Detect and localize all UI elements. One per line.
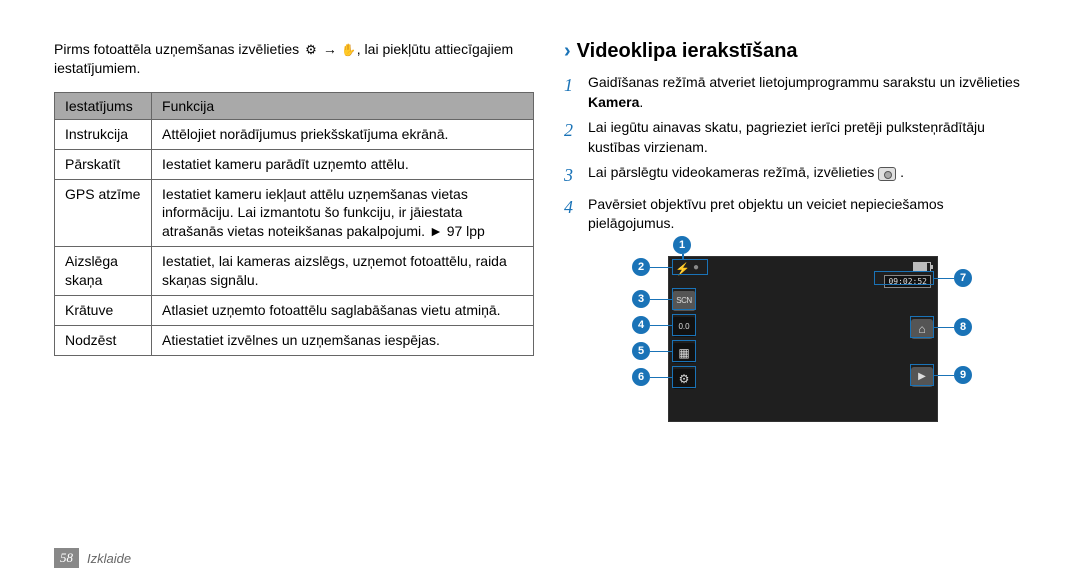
cell-function: Attēlojiet norādījumus priekšskatījuma e…: [152, 119, 534, 149]
table-row: NodzēstAtiestatiet izvēlnes un uzņemšana…: [55, 325, 534, 355]
cell-setting: Aizslēga skaņa: [55, 247, 152, 296]
callout-line: [650, 325, 672, 327]
table-row: InstrukcijaAttēlojiet norādījumus priekš…: [55, 119, 534, 149]
callout-5: 5: [632, 342, 650, 360]
flash-icon: [675, 262, 689, 276]
callout-9: 9: [954, 366, 972, 384]
callout-line: [934, 327, 954, 329]
page-number: 58: [54, 548, 79, 568]
cell-setting: Pārskatīt: [55, 149, 152, 179]
step-text: Gaidīšanas režīmā atveriet lietojumprogr…: [588, 73, 1024, 112]
callout-line: [934, 375, 954, 377]
chevron-icon: ›: [564, 40, 571, 63]
camera-icon: [878, 167, 896, 181]
th-setting: Iestatījums: [55, 92, 152, 119]
callout-6: 6: [632, 368, 650, 386]
cell-setting: Nodzēst: [55, 325, 152, 355]
settings-icon: [673, 369, 695, 389]
callout-1: 1: [673, 236, 691, 254]
callout-line: [934, 278, 954, 280]
table-row: GPS atzīmeIestatiet kameru iekļaut attēl…: [55, 179, 534, 247]
step-number: 3: [564, 163, 582, 188]
th-function: Funkcija: [152, 92, 534, 119]
settings-table: Iestatījums Funkcija InstrukcijaAttēloji…: [54, 92, 534, 356]
battery-icon: [913, 262, 931, 272]
step-text: Lai iegūtu ainavas skatu, pagrieziet ier…: [588, 118, 1024, 157]
step-3: 3 Lai pārslēgtu videokameras režīmā, izv…: [564, 163, 1024, 188]
camera-screen: 09:02:52: [668, 256, 938, 422]
mode-switch-icon: [911, 319, 933, 339]
cell-function: Iestatiet kameru parādīt uzņemto attēlu.: [152, 149, 534, 179]
cell-setting: Krātuve: [55, 296, 152, 326]
cell-setting: GPS atzīme: [55, 179, 152, 247]
table-row: PārskatītIestatiet kameru parādīt uzņemt…: [55, 149, 534, 179]
cell-function: Iestatiet kameru iekļaut attēlu uzņemšan…: [152, 179, 534, 247]
scene-mode-icon: [673, 291, 695, 311]
callout-line: [650, 351, 672, 353]
camera-diagram: 09:02:52: [594, 244, 994, 444]
timer-display: 09:02:52: [884, 275, 931, 288]
cell-function: Iestatiet, lai kameras aizslēgs, uzņemot…: [152, 247, 534, 296]
callout-7: 7: [954, 269, 972, 287]
section-name: Izklaide: [87, 551, 131, 566]
gallery-icon: [911, 367, 933, 387]
callout-line: [682, 254, 684, 259]
step-number: 1: [564, 73, 582, 112]
exposure-icon: [673, 317, 695, 337]
cell-setting: Instrukcija: [55, 119, 152, 149]
record-icon: [693, 262, 707, 276]
resolution-icon: [673, 343, 695, 363]
cell-function: Atlasiet uzņemto fotoattēlu saglabāšanas…: [152, 296, 534, 326]
table-row: Aizslēga skaņaIestatiet, lai kameras aiz…: [55, 247, 534, 296]
callout-8: 8: [954, 318, 972, 336]
step-4: 4 Pavērsiet objektīvu pret objektu un ve…: [564, 195, 1024, 234]
section-heading: › Videoklipa ierakstīšana: [564, 40, 1024, 63]
callout-3: 3: [632, 290, 650, 308]
cell-function: Atiestatiet izvēlnes un uzņemšanas iespē…: [152, 325, 534, 355]
callout-line: [650, 299, 672, 301]
step-text: Lai pārslēgtu videokameras režīmā, izvēl…: [588, 163, 904, 188]
step-2: 2 Lai iegūtu ainavas skatu, pagrieziet i…: [564, 118, 1024, 157]
callout-line: [650, 377, 672, 379]
heading-text: Videoklipa ierakstīšana: [577, 40, 798, 63]
callout-line: [650, 267, 672, 269]
callout-2: 2: [632, 258, 650, 276]
step-number: 4: [564, 195, 582, 234]
gear-icon: [303, 42, 319, 58]
step-text: Pavērsiet objektīvu pret objektu un veic…: [588, 195, 1024, 234]
step-number: 2: [564, 118, 582, 157]
page-footer: 58 Izklaide: [54, 548, 131, 568]
intro-text: Pirms fotoattēla uzņemšanas izvēlieties …: [54, 40, 534, 78]
table-row: KrātuveAtlasiet uzņemto fotoattēlu sagla…: [55, 296, 534, 326]
hand-icon: [341, 42, 357, 58]
step-1: 1 Gaidīšanas režīmā atveriet lietojumpro…: [564, 73, 1024, 112]
callout-4: 4: [632, 316, 650, 334]
